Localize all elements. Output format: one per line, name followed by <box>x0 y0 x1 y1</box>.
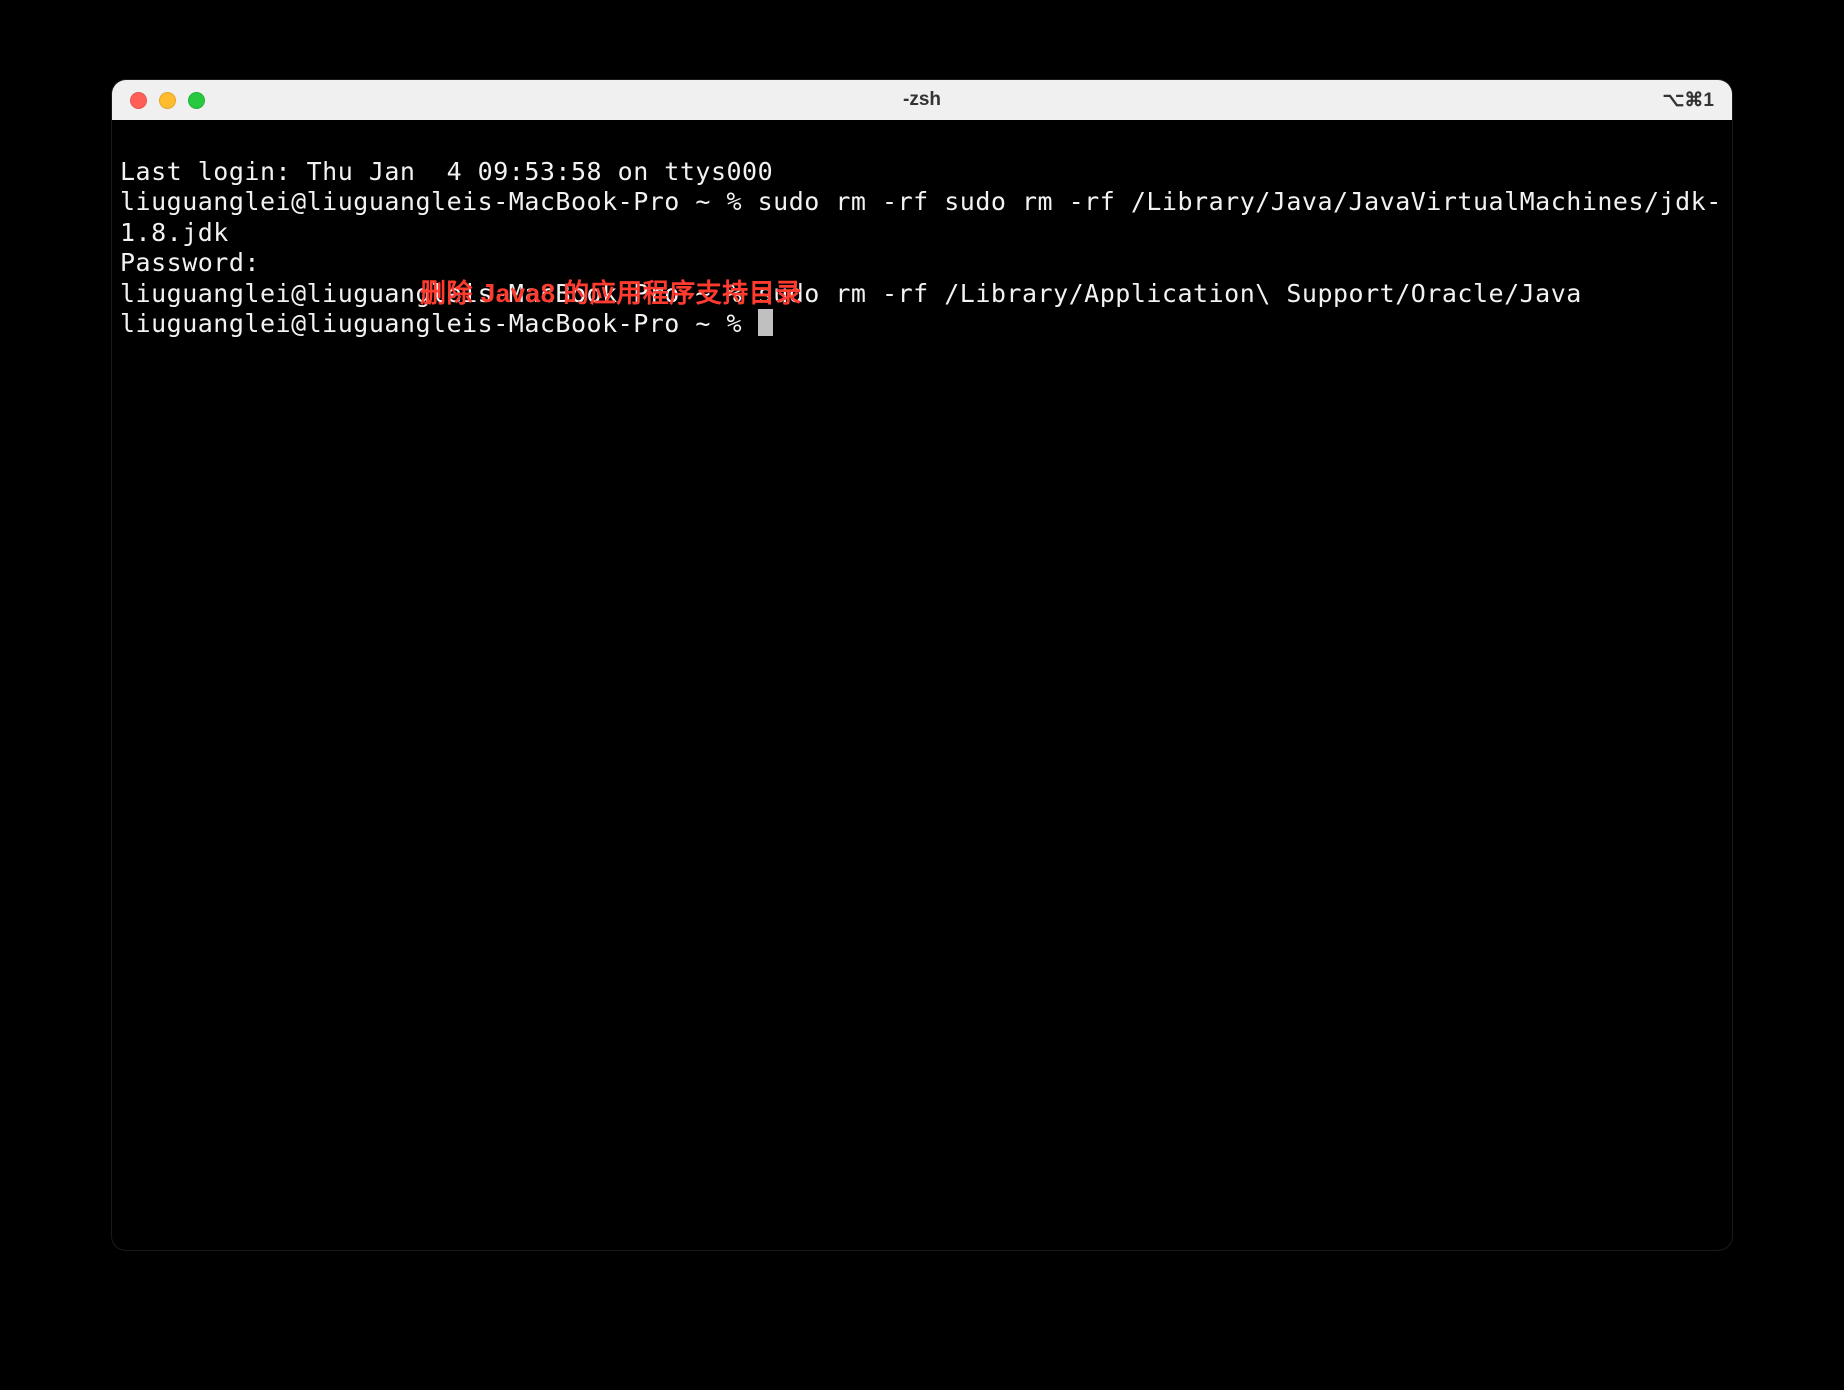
terminal-line: Last login: Thu Jan 4 09:53:58 on ttys00… <box>120 157 1724 188</box>
terminal-line: liuguanglei@liuguangleis-MacBook-Pro ~ %… <box>120 187 1724 248</box>
close-icon[interactable] <box>130 92 147 109</box>
minimize-icon[interactable] <box>159 92 176 109</box>
window-shortcut: ⌥⌘1 <box>1663 89 1714 112</box>
cursor-icon <box>758 309 773 336</box>
annotation-text: 删除 Java8 的应用程序支持目录 <box>420 278 802 310</box>
titlebar[interactable]: -zsh ⌥⌘1 <box>112 80 1732 120</box>
maximize-icon[interactable] <box>188 92 205 109</box>
traffic-lights <box>130 92 205 109</box>
terminal-prompt: liuguanglei@liuguangleis-MacBook-Pro ~ % <box>120 309 1724 340</box>
terminal-line: Password: <box>120 248 1724 279</box>
window-title: -zsh <box>903 89 941 111</box>
prompt-text: liuguanglei@liuguangleis-MacBook-Pro ~ % <box>120 309 758 338</box>
terminal-window: -zsh ⌥⌘1 Last login: Thu Jan 4 09:53:58 … <box>112 80 1732 1250</box>
terminal-body[interactable]: Last login: Thu Jan 4 09:53:58 on ttys00… <box>112 120 1732 437</box>
terminal-line: liuguanglei@liuguangleis-MacBook-Pro ~ %… <box>120 279 1724 310</box>
